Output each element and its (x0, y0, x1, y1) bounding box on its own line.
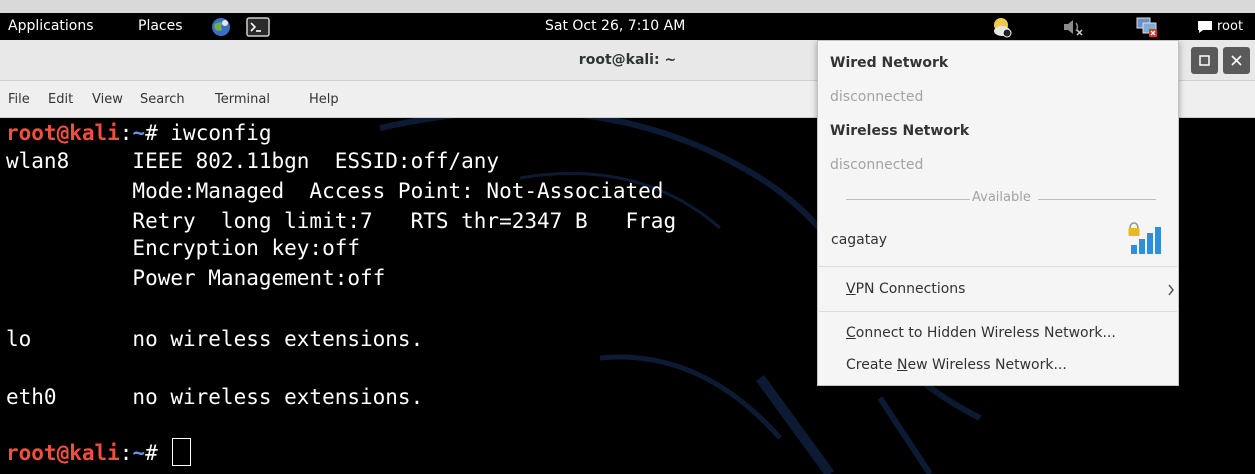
applications-menu[interactable]: Applications (8, 13, 94, 40)
hidden-mnemonic: C (846, 325, 856, 341)
panel-bar: Applications Places Sat Oct 26, 7:10 AM (0, 13, 1255, 40)
prompt-user: root@kali (6, 121, 120, 145)
create-wireless-network-label: Create New Wireless Network... (846, 357, 1067, 373)
terminal-output-line: wlan8 IEEE 802.11bgn ESSID:off/any (6, 149, 500, 173)
vpn-label-rest: PN Connections (855, 281, 966, 297)
terminal-output-line: lo no wireless extensions. (6, 327, 424, 351)
volume-muted-icon[interactable] (1062, 17, 1084, 37)
terminal-cursor (172, 438, 192, 466)
places-menu[interactable]: Places (138, 13, 183, 40)
maximize-icon (1199, 55, 1210, 66)
prompt-hash: # (145, 121, 171, 145)
network-menu-popup: Wired Network disconnected Wireless Netw… (817, 40, 1179, 386)
chevron-right-icon (1168, 284, 1174, 296)
close-icon (1231, 55, 1242, 66)
hidden-label-rest: onnect to Hidden Wireless Network... (855, 325, 1116, 341)
menu-terminal[interactable]: Terminal (215, 81, 270, 117)
terminal-line-command: root@kali:~# iwconfig (6, 118, 272, 148)
wifi-signal-secure-icon (1128, 222, 1161, 254)
connect-hidden-network-label: Connect to Hidden Wireless Network... (846, 325, 1116, 341)
connect-hidden-network-item[interactable]: Connect to Hidden Wireless Network... (819, 317, 1177, 349)
prompt-path: ~ (132, 441, 146, 465)
available-label: Available (970, 190, 1033, 205)
wired-network-status: disconnected (830, 89, 924, 105)
vpn-connections-label: VPN Connections (846, 281, 965, 297)
terminal-line-prompt: root@kali:~# (6, 438, 192, 468)
menu-edit[interactable]: Edit (48, 81, 73, 117)
terminal-launcher-icon[interactable] (246, 17, 270, 37)
maximize-button[interactable] (1191, 47, 1218, 74)
wifi-network-item-cagatay[interactable]: cagatay (819, 217, 1177, 265)
create-label-rest: ew Wireless Network... (907, 357, 1067, 373)
chat-icon[interactable] (1197, 20, 1213, 34)
available-divider-right (1038, 199, 1156, 200)
terminal-output-line: Mode:Managed Access Point: Not-Associate… (6, 179, 664, 203)
weather-icon[interactable] (990, 15, 1014, 39)
terminal-output-line: Power Management:off (6, 266, 386, 290)
wireless-network-status: disconnected (830, 157, 924, 173)
prompt-separator: : (119, 121, 133, 145)
prompt-user: root@kali (6, 441, 120, 465)
vpn-connections-item[interactable]: VPN Connections (819, 271, 1177, 307)
menu-separator (819, 266, 1177, 267)
create-mnemonic: N (896, 357, 908, 373)
create-wireless-network-item[interactable]: Create New Wireless Network... (819, 349, 1177, 381)
network-disconnected-icon[interactable] (1135, 16, 1159, 38)
prompt-separator: : (119, 441, 133, 465)
menu-separator (819, 311, 1177, 312)
menu-view[interactable]: View (92, 81, 123, 117)
close-button[interactable] (1223, 47, 1250, 74)
create-label-prefix: Create (846, 357, 897, 373)
browser-icon[interactable] (210, 16, 232, 38)
prompt-hash: # (145, 441, 171, 465)
terminal-output-line: Encryption key:off (6, 236, 361, 260)
user-menu[interactable]: root (1217, 13, 1243, 40)
wired-network-header: Wired Network (830, 55, 949, 71)
menu-search[interactable]: Search (140, 81, 185, 117)
window-strip (0, 0, 1255, 14)
command-text: iwconfig (170, 121, 272, 145)
wireless-network-header: Wireless Network (830, 123, 970, 139)
prompt-path: ~ (132, 121, 146, 145)
menu-file[interactable]: File (8, 81, 30, 117)
terminal-output-line: eth0 no wireless extensions. (6, 385, 424, 409)
panel-clock[interactable]: Sat Oct 26, 7:10 AM (545, 13, 685, 40)
terminal-output-line: Retry long limit:7 RTS thr=2347 B Frag (6, 209, 677, 233)
wifi-network-ssid: cagatay (831, 232, 888, 248)
vpn-mnemonic: V (846, 281, 856, 297)
menu-help[interactable]: Help (309, 81, 339, 117)
top-panel: Applications Places Sat Oct 26, 7:10 AM (0, 0, 1255, 40)
